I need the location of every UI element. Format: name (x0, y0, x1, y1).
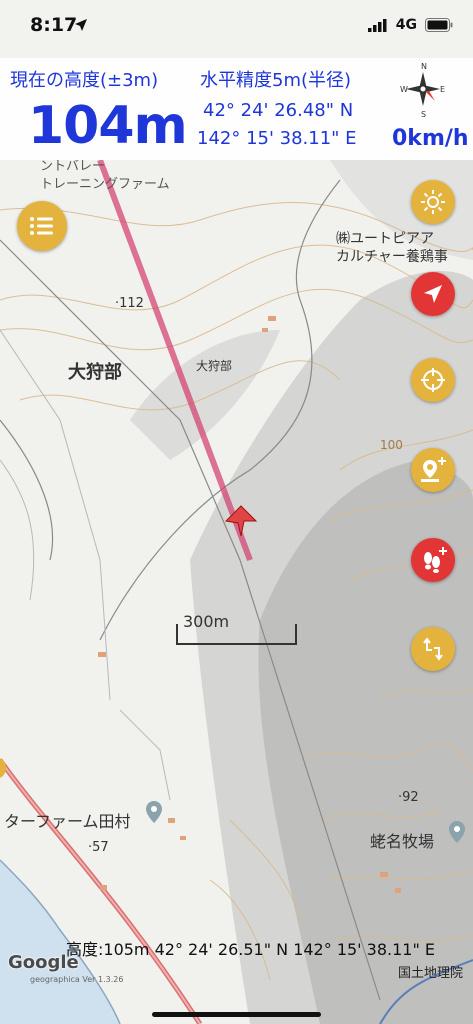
compass-icon[interactable]: N S W E (400, 60, 446, 119)
scale-bar-label: 300m (183, 612, 230, 631)
status-right: 4G (367, 17, 453, 33)
map-view[interactable]: ントバレー トレーニングファーム 114 ·112 大狩部 大狩部 100 30… (0, 160, 473, 1024)
map-terrain (0, 160, 473, 1024)
map-label-92: ·92 (398, 790, 419, 805)
speed-value: 0km/h (392, 126, 469, 151)
map-label-area-bold: 大狩部 (68, 362, 122, 383)
map-attribution: 国土地理院 (397, 966, 463, 981)
map-label-company: ㈱ユートピアア カルチャー養鶏事 (336, 231, 448, 265)
route-button[interactable] (411, 627, 455, 671)
navigation-arrow-icon (424, 285, 442, 303)
battery-icon (425, 18, 453, 32)
location-arrow-icon (75, 19, 87, 31)
network-type: 4G (395, 17, 417, 33)
current-location-marker (224, 505, 258, 537)
status-time: 8:17 (30, 14, 78, 36)
locate-button[interactable] (411, 358, 455, 402)
add-pin-button[interactable] (411, 448, 455, 492)
add-pin-icon (421, 457, 446, 482)
app-version: geographica Ver 1.3.26 (30, 975, 124, 984)
map-label-area-small: 大狩部 (196, 359, 233, 373)
record-track-button[interactable] (411, 538, 455, 582)
map-label-farm-left: ターファーム田村 (4, 812, 131, 831)
route-icon (423, 637, 443, 661)
map-style-button[interactable] (411, 180, 455, 224)
compass-w: W (400, 85, 408, 94)
latitude-value: 42° 24' 26.48" N (203, 100, 354, 121)
crosshair-icon (421, 368, 445, 392)
menu-icon (30, 217, 53, 235)
map-label-farm-right: 蛯名牧場 (370, 832, 435, 851)
altitude-value: 104m (28, 96, 188, 156)
compass-e: E (440, 85, 445, 94)
signal-bars-icon (367, 18, 387, 32)
navigation-button[interactable] (411, 272, 455, 316)
compass-rose: N S W E (400, 62, 445, 119)
accuracy-label: 水平精度5m(半径) (200, 70, 352, 91)
footprints-add-icon (424, 547, 447, 573)
map-label-112: ·112 (115, 296, 144, 311)
home-indicator[interactable] (152, 1012, 321, 1017)
compass-s: S (421, 110, 426, 118)
map-pin-icon (449, 821, 465, 843)
menu-button[interactable] (17, 201, 67, 251)
google-logo: Google (8, 952, 79, 973)
map-pin-icon (146, 801, 162, 823)
longitude-value: 142° 15' 38.11" E (197, 128, 357, 149)
map-label-57: ·57 (88, 840, 109, 855)
compass-n: N (421, 62, 427, 71)
sun-icon (421, 190, 445, 214)
map-label-top-place: ントバレー トレーニングファーム (40, 160, 170, 192)
bottom-coordinates: 高度:105m 42° 24' 26.51" N 142° 15' 38.11"… (66, 940, 436, 959)
map-label-contour-100: 100 (380, 438, 403, 452)
altitude-label: 現在の高度(±3m) (10, 70, 159, 91)
